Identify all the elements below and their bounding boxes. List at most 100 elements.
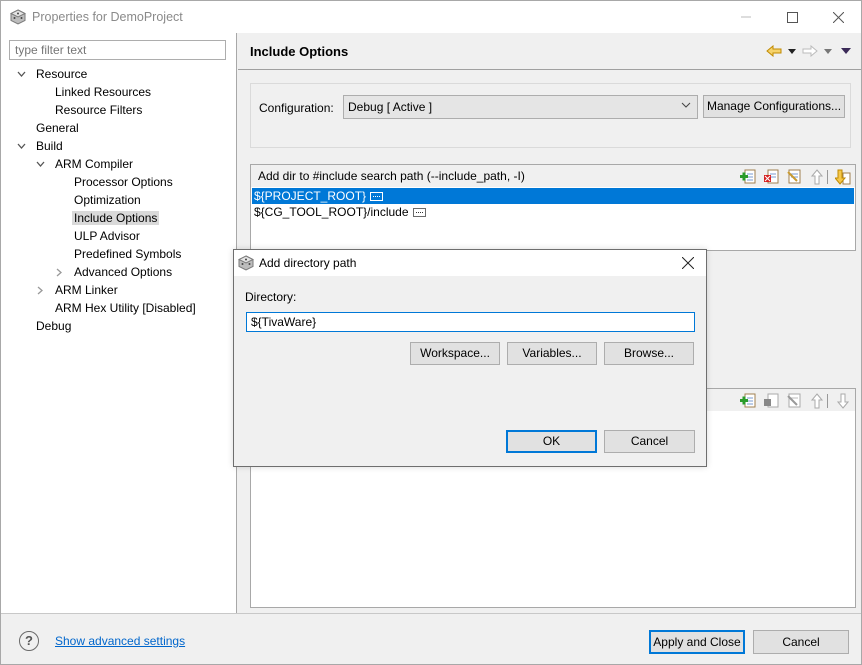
tree-item-label: Processor Options: [74, 175, 173, 189]
minimize-icon: [741, 16, 751, 18]
move-up-icon[interactable]: [808, 168, 825, 185]
add-directory-dialog: Add directory path Directory: Workspace.…: [233, 249, 707, 467]
forward-arrow-icon[interactable]: [801, 42, 819, 60]
minimize-button[interactable]: [723, 1, 769, 33]
dialog-cancel-button[interactable]: Cancel: [604, 430, 695, 453]
ok-button[interactable]: OK: [506, 430, 597, 453]
directory-input[interactable]: [246, 312, 695, 332]
chevron-down-icon: [681, 100, 691, 111]
include-path-value: ${PROJECT_ROOT}: [254, 189, 367, 203]
footer: ? Show advanced settings Apply and Close…: [1, 613, 861, 664]
close-icon: [832, 11, 844, 23]
chevron-down-icon[interactable]: [15, 137, 27, 155]
tree-item[interactable]: ARM Linker: [37, 281, 120, 299]
workspace-button[interactable]: Workspace...: [410, 342, 500, 365]
tree-item-label: ARM Compiler: [55, 157, 134, 171]
tree-item-label: Predefined Symbols: [74, 247, 182, 261]
edit-icon[interactable]: [785, 168, 802, 185]
window-title: Properties for DemoProject: [32, 10, 183, 24]
ellipsis-icon[interactable]: [370, 192, 384, 202]
tree-item[interactable]: ARM Hex Utility [Disabled]: [53, 299, 198, 317]
manage-configurations-button[interactable]: Manage Configurations...: [703, 95, 845, 118]
browse-button[interactable]: Browse...: [604, 342, 694, 365]
back-history-dropdown[interactable]: [787, 42, 797, 60]
secondary-list-toolbar: [739, 392, 851, 409]
close-icon: [682, 257, 694, 269]
tree-item[interactable]: General: [34, 119, 81, 137]
delete-icon: [762, 392, 779, 409]
forward-history-dropdown[interactable]: [823, 42, 833, 60]
include-path-value: ${CG_TOOL_ROOT}/include: [254, 205, 409, 219]
sidebar: Resource Linked Resources Resource Filters…: [1, 33, 237, 613]
tree-item-label: Debug: [36, 319, 72, 333]
tree-item-label: Linked Resources: [55, 85, 152, 99]
help-icon[interactable]: ?: [19, 631, 39, 651]
move-up-icon: [808, 392, 825, 409]
page-title: Include Options: [250, 44, 349, 59]
tree-item-label: ARM Hex Utility [Disabled]: [55, 301, 196, 315]
tree-item-label: Resource Filters: [55, 103, 143, 117]
close-button[interactable]: [815, 1, 861, 33]
tree-item[interactable]: Processor Options: [72, 173, 175, 191]
tree-item[interactable]: ULP Advisor: [72, 227, 142, 245]
maximize-button[interactable]: [769, 1, 815, 33]
tree-item-label: General: [36, 121, 79, 135]
tree-item[interactable]: Advanced Options: [56, 263, 174, 281]
tree-item[interactable]: Build: [17, 137, 65, 155]
tree-item-label: Resource: [36, 67, 88, 81]
variables-button[interactable]: Variables...: [507, 342, 597, 365]
tree-item[interactable]: Debug: [34, 317, 73, 335]
directory-label: Directory:: [245, 290, 297, 304]
app-cube-icon: [237, 255, 255, 271]
add-icon[interactable]: [739, 168, 756, 185]
app-cube-icon: [9, 9, 27, 25]
tree-item-label: ULP Advisor: [74, 229, 140, 243]
tree-item[interactable]: Linked Resources: [53, 83, 153, 101]
tree-item[interactable]: Resource: [17, 65, 89, 83]
include-path-item[interactable]: ${CG_TOOL_ROOT}/include: [252, 204, 854, 220]
tree-item[interactable]: Predefined Symbols: [72, 245, 183, 263]
chevron-right-icon[interactable]: [53, 263, 65, 281]
move-down-icon[interactable]: [834, 168, 851, 185]
view-menu-icon[interactable]: [841, 42, 851, 60]
tree-item-label: Build: [36, 139, 63, 153]
edit-icon: [785, 392, 802, 409]
apply-and-close-button[interactable]: Apply and Close: [649, 630, 745, 654]
add-icon[interactable]: [739, 392, 756, 409]
back-arrow-icon[interactable]: [765, 42, 783, 60]
include-path-item[interactable]: ${PROJECT_ROOT}: [252, 188, 854, 204]
configuration-select[interactable]: Debug [ Active ]: [343, 95, 698, 119]
dialog-title: Add directory path: [259, 256, 357, 270]
tree-item[interactable]: Resource Filters: [53, 101, 144, 119]
include-path-list-header: Add dir to #include search path (--inclu…: [251, 165, 855, 187]
dialog-title-bar: Add directory path: [234, 250, 706, 276]
ellipsis-icon[interactable]: [412, 208, 426, 218]
move-down-icon: [834, 392, 851, 409]
chevron-down-icon[interactable]: [15, 65, 27, 83]
tree-item-label: Include Options: [72, 211, 160, 225]
dialog-close-button[interactable]: [678, 253, 698, 273]
include-path-list: Add dir to #include search path (--inclu…: [250, 164, 856, 251]
toolbar-separator: [827, 169, 828, 184]
tree-item[interactable]: Optimization: [72, 191, 143, 209]
include-path-list-title: Add dir to #include search path (--inclu…: [258, 169, 525, 183]
configuration-value: Debug [ Active ]: [348, 100, 433, 114]
chevron-right-icon[interactable]: [34, 281, 46, 299]
configuration-group: Configuration: Debug [ Active ] Manage C…: [250, 83, 851, 148]
page-header: Include Options: [238, 33, 861, 70]
page-navigation: [765, 42, 851, 60]
toolbar-separator: [827, 393, 828, 408]
chevron-down-icon[interactable]: [34, 155, 46, 173]
tree-item[interactable]: Include Options: [72, 209, 160, 227]
delete-icon[interactable]: [762, 168, 779, 185]
cancel-button[interactable]: Cancel: [753, 630, 849, 654]
tree-item-label: Optimization: [74, 193, 141, 207]
tree-item-label: Advanced Options: [74, 265, 173, 279]
configuration-label: Configuration:: [259, 101, 334, 115]
tree-item[interactable]: ARM Compiler: [36, 155, 135, 173]
filter-input[interactable]: [9, 40, 226, 60]
title-bar: Properties for DemoProject: [1, 1, 861, 33]
tree-item-label: ARM Linker: [55, 283, 118, 297]
maximize-icon: [786, 11, 798, 23]
show-advanced-settings-link[interactable]: Show advanced settings: [55, 634, 185, 648]
